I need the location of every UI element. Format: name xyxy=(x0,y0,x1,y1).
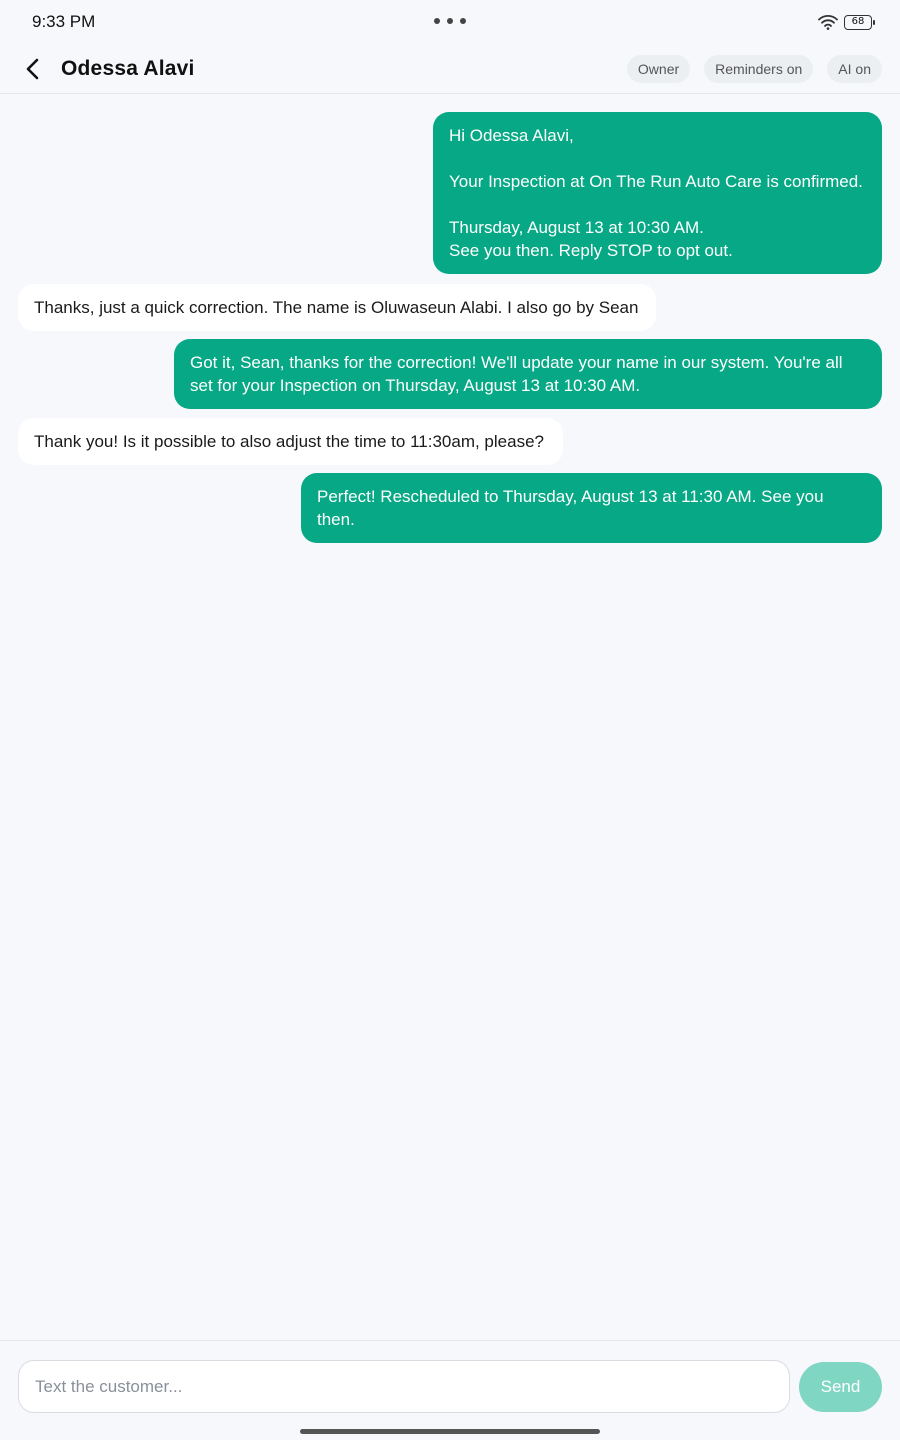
status-bar: 9:33 PM 68 xyxy=(0,0,900,44)
reminders-chip[interactable]: Reminders on xyxy=(704,54,814,83)
message-bubble-incoming: Thank you! Is it possible to also adjust… xyxy=(18,418,563,465)
wifi-icon xyxy=(818,15,838,30)
message-text: Thanks, just a quick correction. The nam… xyxy=(34,298,639,317)
battery-icon: 68 xyxy=(844,14,875,30)
home-indicator xyxy=(300,1429,600,1434)
ai-chip[interactable]: AI on xyxy=(827,54,882,83)
header-chips: Owner Reminders on AI on xyxy=(626,54,882,83)
owner-chip[interactable]: Owner xyxy=(626,54,691,83)
message-bubble-outgoing: Hi Odessa Alavi, Your Inspection at On T… xyxy=(433,112,882,274)
status-icons: 68 xyxy=(818,14,875,30)
message-bubble-outgoing: Perfect! Rescheduled to Thursday, August… xyxy=(301,473,882,543)
message-input[interactable]: Text the customer... xyxy=(18,1360,790,1413)
back-button[interactable] xyxy=(18,54,48,84)
page-title: Odessa Alavi xyxy=(61,56,195,80)
message-text: Hi Odessa Alavi, Your Inspection at On T… xyxy=(449,126,863,260)
more-dots-icon[interactable] xyxy=(434,18,466,24)
composer: Text the customer... Send xyxy=(0,1340,900,1440)
conversation-header: Odessa Alavi Owner Reminders on AI on xyxy=(0,44,900,94)
message-bubble-incoming: Thanks, just a quick correction. The nam… xyxy=(18,284,656,331)
status-time: 9:33 PM xyxy=(32,12,96,31)
message-bubble-outgoing: Got it, Sean, thanks for the correction!… xyxy=(174,339,882,409)
message-text: Got it, Sean, thanks for the correction!… xyxy=(190,353,843,395)
message-text: Thank you! Is it possible to also adjust… xyxy=(34,432,544,451)
message-text: Perfect! Rescheduled to Thursday, August… xyxy=(317,487,824,529)
send-button[interactable]: Send xyxy=(799,1362,882,1412)
chevron-left-icon xyxy=(26,58,39,79)
